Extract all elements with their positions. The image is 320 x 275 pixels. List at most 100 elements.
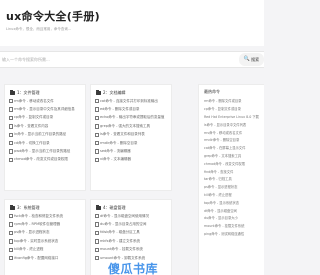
hot-item[interactable]: chmod命令 - 改变文件权限 — [199, 159, 264, 167]
document-icon — [95, 222, 99, 227]
search-button[interactable]: 🔍 搜索 — [239, 53, 264, 66]
card-header: 4：磁盘管理 — [91, 200, 171, 212]
document-icon — [9, 157, 13, 163]
list-item[interactable]: grep命令 - 强大的文本搜索工具 — [91, 122, 171, 130]
list-item[interactable]: mount命令 - 挂载文件系统 — [91, 246, 171, 254]
hot-item[interactable]: grep命令 - 文本搜索工具 — [199, 152, 264, 160]
card-title[interactable]: 4：磁盘管理 — [103, 205, 126, 211]
search-bar: 🔍 搜索 — [0, 51, 264, 68]
list-item[interactable]: ln命令 - 显示当前工作目录的路径 — [5, 131, 85, 139]
list-item[interactable]: cd命令 - 切换工作目录 — [5, 139, 85, 147]
hot-item[interactable]: tar命令 - 归档工具 — [199, 175, 264, 183]
card-header: 2：文档编辑 — [91, 85, 171, 97]
document-icon — [9, 247, 13, 252]
document-icon — [9, 132, 13, 137]
card-header: 1：文件管理 — [5, 85, 85, 97]
list-item[interactable]: rm命令 - 移动或改名文件 — [5, 97, 85, 105]
list-item[interactable]: mkfs命令 - 建立文件系统 — [91, 237, 171, 245]
folder-icon — [10, 205, 15, 210]
list-item[interactable]: cp命令 - 复制文件或目录 — [5, 114, 85, 122]
document-icon — [9, 115, 13, 121]
site-subtitle: Linux命令，很全，而且常用，命令查询... — [6, 27, 72, 31]
document-icon — [95, 107, 99, 112]
hot-item[interactable]: rm命令 - 删除文件或目录 — [199, 97, 264, 105]
list-item[interactable]: du命令 - 显示目录占用的空间 — [91, 220, 171, 228]
list-item[interactable]: cat命令 - 连接文件并打印到标准输出 — [91, 97, 171, 105]
page: ux命令大全(手册) Linux命令，很全，而且常用，命令查询... 🔍 搜索 … — [0, 0, 264, 275]
list-item[interactable]: ls命令 - 查看文件内容 — [5, 122, 85, 130]
document-icon — [95, 115, 99, 121]
document-icon — [9, 149, 13, 154]
hot-item[interactable]: df命令 - 显示磁盘空间 — [199, 206, 264, 214]
list-item[interactable]: sed命令 - 流编辑器 — [91, 147, 171, 155]
document-icon — [95, 140, 99, 146]
card-title[interactable]: 1：文件管理 — [17, 90, 40, 96]
hot-item[interactable]: cp命令 - 复制文件或目录 — [199, 105, 264, 113]
category-card-document-editing: 2：文档编辑 cat命令 - 连接文件并打印到标准输出 ed命令 - 删除文件或… — [90, 84, 172, 191]
hot-item[interactable]: top命令 - 显示系统状态 — [199, 198, 264, 206]
hot-item[interactable]: mount命令 - 挂载文件系统 — [199, 222, 264, 230]
hot-item[interactable]: du命令 - 显示目录大小 — [199, 214, 264, 222]
list-item[interactable]: kill命令 - 终止进程 — [5, 246, 85, 254]
list-item[interactable]: df命令 - 显示磁盘空间使用情况 — [91, 212, 171, 220]
site-header: ux命令大全(手册) Linux命令，很全，而且常用，命令查询... — [0, 0, 264, 46]
hot-item[interactable]: mv命令 - 移动或改名文件 — [199, 128, 264, 136]
document-icon — [9, 98, 13, 104]
document-icon — [9, 213, 13, 219]
list-item[interactable]: chmod命令 - 改变文件或目录权限 — [5, 156, 85, 164]
document-icon — [9, 222, 13, 227]
document-icon — [95, 230, 99, 236]
hot-item[interactable]: ps命令 - 显示进程状态 — [199, 183, 264, 191]
hot-commands-panel: 最热命令 rm命令 - 删除文件或目录 cp命令 - 复制文件或目录 Red H… — [198, 84, 264, 275]
folder-icon — [96, 90, 101, 95]
hot-item[interactable]: find命令 - 查找文件 — [199, 167, 264, 175]
category-card-file-management: 1：文件管理 rm命令 - 移动或改名文件 rm命令 - 显示目录中文件及其详细… — [4, 84, 86, 191]
list-item[interactable]: ifconfig命令 - 配置网络接口 — [5, 254, 85, 262]
list-item[interactable]: fsck命令 - 检查和修复文件系统 — [5, 212, 85, 220]
list-item[interactable]: vi命令 - 文本编辑器 — [91, 156, 171, 164]
search-input[interactable] — [0, 52, 240, 67]
document-icon — [95, 124, 99, 129]
document-icon — [95, 247, 99, 252]
document-icon — [95, 149, 99, 154]
list-item[interactable]: ps命令 - 显示进程状态 — [5, 229, 85, 237]
hot-item[interactable]: kill命令 - 终止进程 — [199, 191, 264, 199]
document-icon — [95, 239, 99, 244]
card-title[interactable]: 3：系统管理 — [17, 205, 40, 211]
list-item[interactable]: ed命令 - 删除文件或目录 — [91, 105, 171, 113]
document-icon — [95, 157, 99, 163]
document-icon — [95, 98, 99, 104]
document-icon — [9, 140, 13, 146]
list-item[interactable]: rm命令 - 显示目录中文件及其详细信息 — [5, 105, 85, 113]
document-icon — [9, 124, 13, 129]
document-icon — [95, 213, 99, 219]
list-item[interactable]: pwd命令 - 显示当前工作目录的路径 — [5, 147, 85, 155]
list-item[interactable]: rpm命令 - RPM软件包管理器 — [5, 220, 85, 228]
list-item[interactable]: top命令 - 实时显示系统状态 — [5, 237, 85, 245]
hot-item[interactable]: Red Hat Enterprise Linux 8.0 下载 — [199, 113, 264, 121]
list-item[interactable]: fdisk命令 - 磁盘分区工具 — [91, 229, 171, 237]
document-icon — [95, 255, 99, 261]
search-icon: 🔍 — [243, 56, 251, 62]
list-item[interactable]: echo命令 - 输出字符串或提取后的变量值 — [91, 114, 171, 122]
hot-item[interactable]: ls命令 - 显示目录中文件列表 — [199, 120, 264, 128]
category-card-system-management: 3：系统管理 fsck命令 - 检查和修复文件系统 rpm命令 - RPM软件包… — [4, 199, 86, 275]
list-item[interactable]: ls命令 - 查看文件和目录列表 — [91, 131, 171, 139]
card-header: 3：系统管理 — [5, 200, 85, 212]
document-icon — [9, 230, 13, 236]
document-icon — [9, 239, 13, 244]
card-title[interactable]: 2：文档编辑 — [103, 90, 126, 96]
hot-item[interactable]: ping命令 - 测试网络连通性 — [199, 230, 264, 238]
document-icon — [95, 132, 99, 137]
hot-item[interactable]: rmdir命令 - 删除空目录 — [199, 136, 264, 144]
watermark-logo: 傻瓜书库 — [108, 262, 159, 275]
list-item[interactable]: rmdir命令 - 删除空目录 — [91, 139, 171, 147]
document-icon — [9, 255, 13, 261]
folder-icon — [10, 90, 15, 95]
hot-item[interactable]: cat命令 - 在屏幕上显示文件 — [199, 144, 264, 152]
document-icon — [9, 107, 13, 112]
hot-commands-title: 最热命令 — [204, 89, 220, 94]
folder-icon — [96, 205, 101, 210]
site-title[interactable]: ux命令大全(手册) — [6, 8, 258, 24]
search-button-label: 搜索 — [251, 56, 260, 62]
